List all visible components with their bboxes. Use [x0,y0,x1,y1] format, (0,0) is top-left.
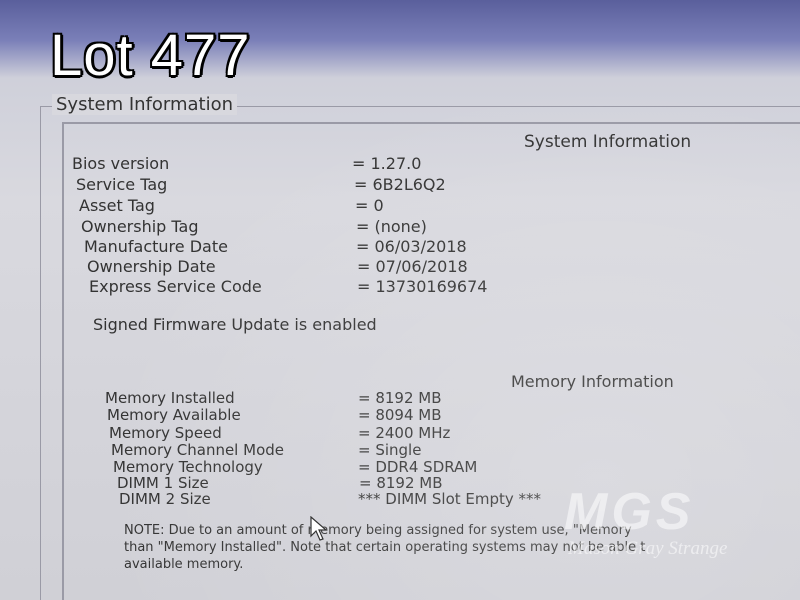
row-label: Asset Tag [79,196,155,215]
row-bios-version: Bios version = 1.27.0 [72,154,421,173]
row-value: = Single [358,441,422,459]
row-memory-channel-mode: Memory Channel Mode = Single [111,441,421,459]
row-express-service-code: Express Service Code = 13730169674 [89,277,487,296]
system-info-heading: System Information [524,132,692,152]
row-label: Memory Speed [109,424,222,442]
row-label: Memory Available [107,406,241,424]
row-ownership-tag: Ownership Tag = (none) [81,217,427,236]
row-label: Ownership Date [87,257,216,276]
bios-screen: System Information System Information Bi… [0,0,800,600]
memory-info-heading: Memory Information [511,372,674,391]
row-value: = 1.27.0 [352,154,422,173]
row-label: Bios version [72,154,170,173]
watermark-logo: MGS [564,483,695,541]
firmware-status: Signed Firmware Update is enabled [93,315,377,334]
row-value: = 0 [355,196,384,215]
row-value: = 07/06/2018 [357,257,468,276]
row-value: = 06/03/2018 [356,237,467,256]
row-value: *** DIMM Slot Empty *** [358,490,542,508]
row-value: = 8094 MB [358,406,442,424]
row-value: = 8192 MB [358,389,442,407]
row-value: = 2400 MHz [358,424,451,442]
row-label: Memory Channel Mode [111,441,284,459]
row-label: Manufacture Date [84,237,228,256]
row-value: = 6B2L6Q2 [354,175,446,194]
row-label: DIMM 2 Size [119,490,211,508]
row-service-tag: Service Tag = 6B2L6Q2 [76,175,446,194]
row-label: Ownership Tag [81,217,199,236]
watermark-subtitle: Mason Gray Strange [568,538,728,559]
mgs-watermark: MGS Mason Gray Strange [560,483,800,568]
row-memory-speed: Memory Speed = 2400 MHz [109,424,450,442]
row-label: Service Tag [76,175,168,194]
row-value: = 13730169674 [357,277,488,296]
row-memory-available: Memory Available = 8094 MB [107,406,442,424]
lot-number-badge: Lot 477 [50,23,251,88]
group-title: System Information [52,94,238,115]
row-label: Memory Installed [105,389,235,407]
row-dimm2-size: DIMM 2 Size *** DIMM Slot Empty *** [119,490,541,508]
row-ownership-date: Ownership Date = 07/06/2018 [87,257,468,276]
row-asset-tag: Asset Tag = 0 [79,196,384,215]
row-manufacture-date: Manufacture Date = 06/03/2018 [84,237,467,256]
row-value: = (none) [356,217,427,236]
row-memory-installed: Memory Installed = 8192 MB [105,389,442,407]
row-label: Express Service Code [89,277,262,296]
mouse-pointer-icon [310,516,328,541]
